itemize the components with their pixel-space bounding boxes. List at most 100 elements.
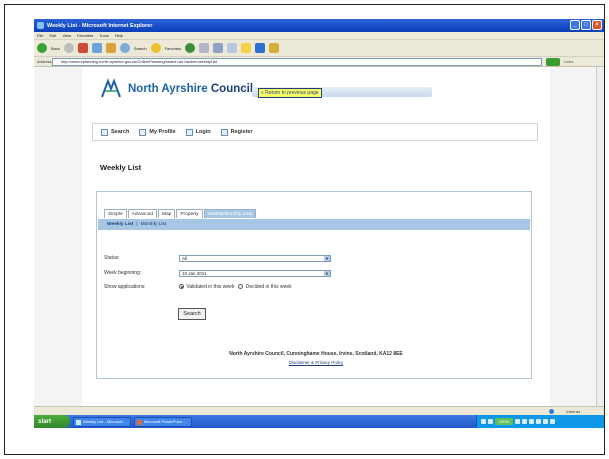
subtab-monthly-list[interactable]: Monthly List xyxy=(141,222,167,227)
minimize-icon[interactable]: _ xyxy=(570,20,580,30)
menu-help[interactable]: Help xyxy=(115,33,123,38)
nav-login[interactable]: Login xyxy=(185,128,211,136)
home-icon[interactable] xyxy=(105,43,116,53)
maximize-icon[interactable]: □ xyxy=(581,20,591,30)
status-label: Status: xyxy=(104,255,120,261)
login-icon xyxy=(185,128,193,136)
task-ie[interactable]: Weekly List - Microsof... xyxy=(73,416,131,427)
council-name-suffix: Council xyxy=(210,83,254,95)
search-icon[interactable] xyxy=(119,43,130,53)
mail-icon[interactable] xyxy=(199,43,210,53)
nav-search[interactable]: Search xyxy=(101,128,130,136)
council-name-prefix: North Ayrshire xyxy=(128,83,208,95)
browser-toolbar: Back Search Favorites xyxy=(34,40,604,57)
status-select-value: All xyxy=(182,256,188,261)
radio-validated-label: Validated in this week xyxy=(186,284,235,290)
radio-unselected-icon[interactable] xyxy=(238,284,244,290)
week-select[interactable]: 10 Jan 2011 ▼ xyxy=(179,270,331,277)
menu-favorites[interactable]: Favorites xyxy=(77,33,93,38)
footer-address: North Ayrshire Council, Cunninghame Hous… xyxy=(229,351,403,357)
week-label: Week beginning: xyxy=(104,270,142,276)
zoom-indicator[interactable]: 100% xyxy=(495,418,513,425)
address-bar: Address http://www.eplanning.north-ayrsh… xyxy=(34,57,604,67)
menu-tools[interactable]: Tools xyxy=(99,33,108,38)
favorites-label[interactable]: Favorites xyxy=(165,46,181,51)
search-label[interactable]: Search xyxy=(134,46,147,51)
subtab-weekly-list[interactable]: Weekly List xyxy=(107,222,133,227)
radio-decided[interactable]: Decided in this week xyxy=(238,284,292,290)
tray-icon[interactable] xyxy=(550,419,555,424)
powerpoint-icon xyxy=(137,419,142,425)
slide-frame: Weekly List - Microsoft Internet Explore… xyxy=(4,4,605,455)
tab-simple[interactable]: Simple xyxy=(104,209,127,218)
nav-register-label: Register xyxy=(230,129,253,135)
history-icon[interactable] xyxy=(185,43,196,53)
web-page: North Ayrshire Council « Return to previ… xyxy=(82,67,550,406)
register-icon xyxy=(220,128,228,136)
edit-icon[interactable] xyxy=(227,43,238,53)
menu-edit[interactable]: Edit xyxy=(49,33,56,38)
tray-icon[interactable] xyxy=(481,419,486,424)
address-input[interactable]: http://www.eplanning.north-ayrshire.gov.… xyxy=(52,58,542,66)
chevron-down-icon[interactable]: ▼ xyxy=(324,271,330,276)
menu-bar: File Edit View Favorites Tools Help xyxy=(34,32,604,40)
vertical-scrollbar[interactable] xyxy=(596,67,604,406)
status-select[interactable]: All ▼ xyxy=(179,255,331,262)
search-button[interactable]: Search xyxy=(178,308,206,320)
close-icon[interactable]: × xyxy=(592,20,602,30)
security-zone: Internet xyxy=(566,409,580,414)
return-previous-link[interactable]: « Return to previous page xyxy=(258,88,322,98)
task-powerpoint[interactable]: Microsoft PowerPoint ... xyxy=(134,416,192,427)
folder-icon[interactable] xyxy=(241,43,252,53)
browser-viewport: North Ayrshire Council « Return to previ… xyxy=(34,67,596,406)
print-icon[interactable] xyxy=(213,43,224,53)
tab-advanced[interactable]: Advanced xyxy=(127,209,158,218)
nav-search-label: Search xyxy=(111,129,130,135)
task-powerpoint-label: Microsoft PowerPoint ... xyxy=(144,419,187,424)
tray-icon[interactable] xyxy=(529,419,534,424)
menu-file[interactable]: File xyxy=(37,33,43,38)
tab-property[interactable]: Property xyxy=(176,209,203,218)
tray-icon[interactable] xyxy=(536,419,541,424)
refresh-icon[interactable] xyxy=(91,43,102,53)
tab-weekly-monthly-lists[interactable]: Weekly/Monthly Lists xyxy=(203,209,257,218)
subtab-separator: | xyxy=(136,222,138,227)
nav-my-profile-label: My Profile xyxy=(149,129,176,135)
tray-icon[interactable] xyxy=(488,419,493,424)
taskbar: start Weekly List - Microsof... Microsof… xyxy=(34,415,604,428)
chevron-down-icon[interactable]: ▼ xyxy=(324,256,330,261)
research-icon[interactable] xyxy=(269,43,280,53)
tray-icon[interactable] xyxy=(522,419,527,424)
menu-view[interactable]: View xyxy=(62,33,71,38)
tab-map[interactable]: Map xyxy=(158,209,176,218)
window-title: Weekly List - Microsoft Internet Explore… xyxy=(47,22,153,29)
favorites-icon[interactable] xyxy=(150,43,161,53)
go-button[interactable] xyxy=(546,58,560,66)
nav-register[interactable]: Register xyxy=(220,128,253,136)
disclaimer-link[interactable]: Disclaimer & Privacy Policy xyxy=(82,360,550,365)
links-label[interactable]: Links xyxy=(564,59,573,64)
messenger-icon[interactable] xyxy=(255,43,266,53)
tray-icon[interactable] xyxy=(515,419,520,424)
person-icon xyxy=(139,128,147,136)
tray-icon[interactable] xyxy=(543,419,548,424)
nav-my-profile[interactable]: My Profile xyxy=(139,128,176,136)
status-bar: Internet xyxy=(34,406,604,415)
radio-decided-label: Decided in this week xyxy=(245,284,292,290)
council-name: North Ayrshire Council xyxy=(128,83,253,95)
radio-selected-icon[interactable] xyxy=(179,284,184,290)
radio-validated[interactable]: Validated in this week xyxy=(179,284,234,290)
start-button[interactable]: start xyxy=(34,415,70,428)
site-nav: Search My Profile Login Register xyxy=(92,123,538,141)
system-tray: 100% xyxy=(476,415,604,428)
stop-icon[interactable] xyxy=(77,43,88,53)
page-title: Weekly List xyxy=(100,163,142,172)
globe-icon xyxy=(549,409,554,414)
council-logo-icon xyxy=(101,78,121,98)
subtab-bar: Weekly List | Monthly List xyxy=(98,219,530,230)
screen: Weekly List - Microsoft Internet Explore… xyxy=(34,19,604,428)
title-bar: Weekly List - Microsoft Internet Explore… xyxy=(34,19,604,32)
back-label[interactable]: Back xyxy=(51,46,60,51)
back-icon[interactable] xyxy=(37,43,47,53)
forward-icon[interactable] xyxy=(63,43,74,53)
